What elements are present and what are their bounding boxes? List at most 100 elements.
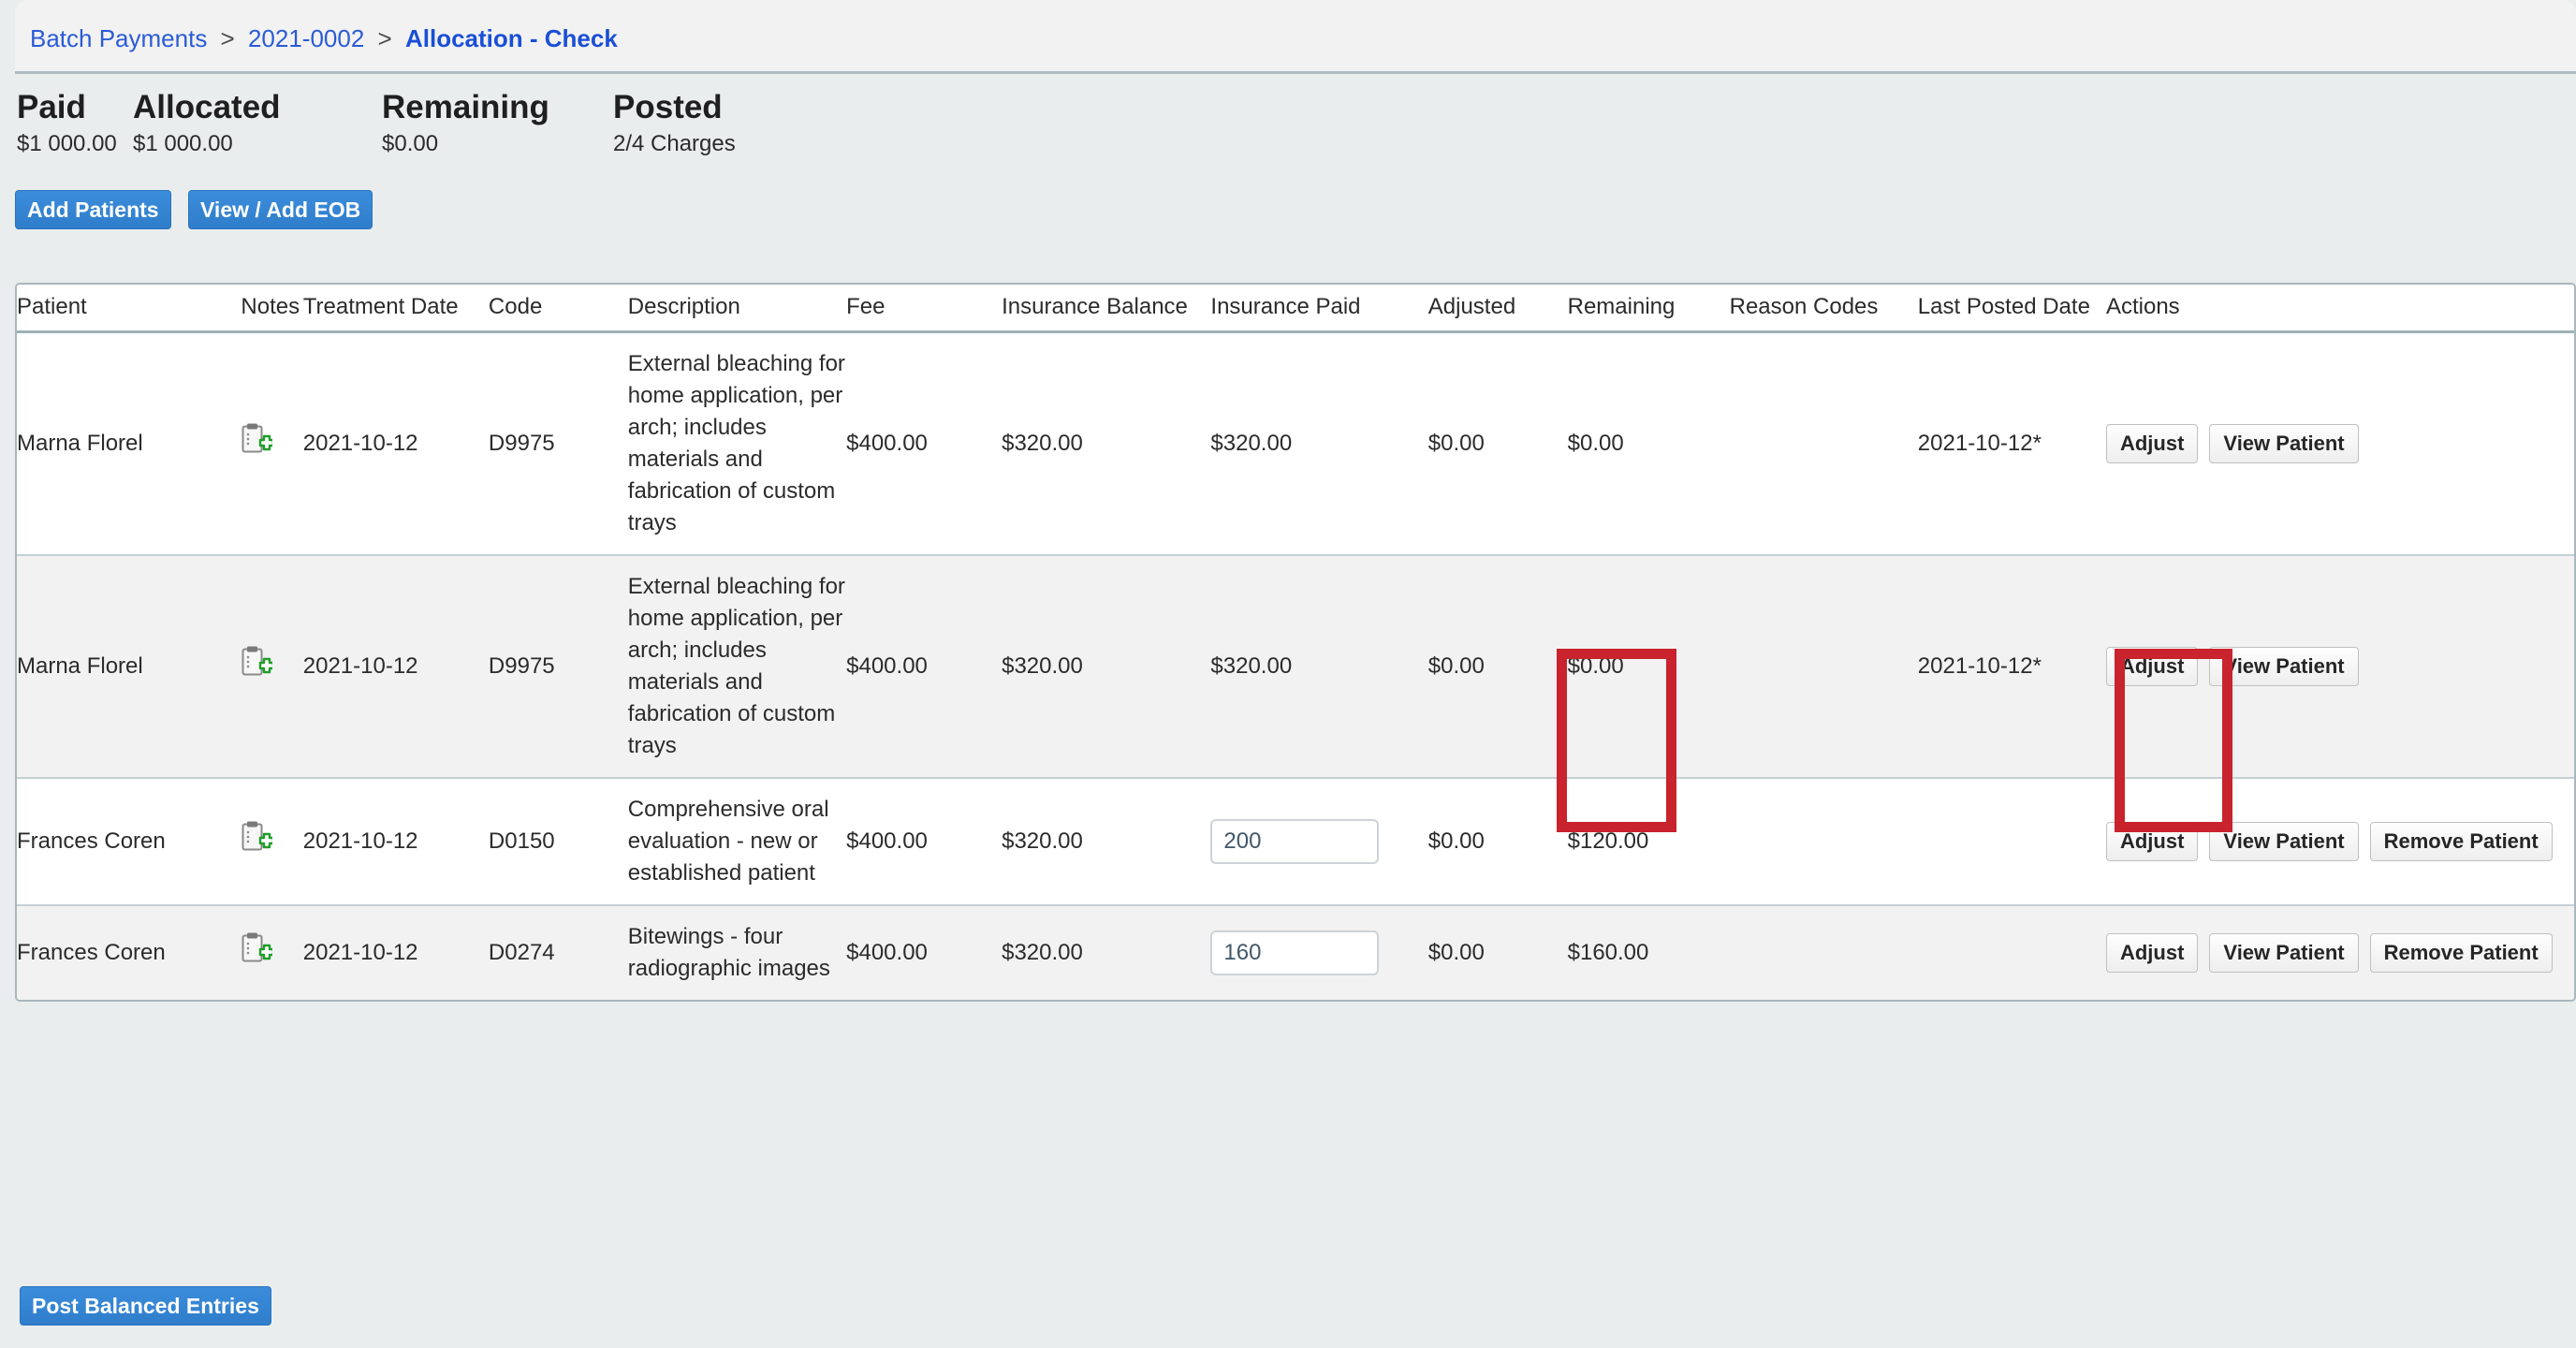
- cell-remaining: $0.00: [1567, 331, 1730, 556]
- column-header-insurance-paid: Insurance Paid: [1210, 285, 1428, 333]
- table-row: Marna Florel 2021-10-12 D9975 External blea…: [17, 555, 2574, 779]
- cell-code: D0274: [488, 905, 628, 1000]
- stat-remaining: Remaining $0.00: [382, 89, 549, 157]
- column-header-actions: Actions: [2105, 285, 2574, 333]
- charges-table-header-row: Patient Notes Treatment Date Code Descri…: [17, 285, 2574, 333]
- cell-actions: Adjust View Patient Remove Patient: [2105, 905, 2574, 1000]
- cell-treatment-date: 2021-10-12: [302, 555, 489, 779]
- stat-posted: Posted 2/4 Charges: [613, 89, 736, 157]
- charges-table-header: Patient Notes Treatment Date Code Descri…: [17, 285, 2574, 333]
- summary-stats: Paid $1 000.00 Allocated $1 000.00 Remai…: [17, 89, 859, 164]
- insurance-paid-input[interactable]: [1210, 930, 1380, 975]
- cell-fee: $400.00: [846, 331, 1003, 556]
- column-header-description: Description: [627, 285, 847, 333]
- column-header-insurance-balance: Insurance Balance: [1002, 285, 1211, 333]
- cell-adjusted: $0.00: [1427, 778, 1568, 906]
- cell-actions: Adjust View Patient: [2105, 331, 2574, 556]
- clipboard-add-note-icon[interactable]: [241, 422, 275, 456]
- cell-adjusted: $0.00: [1427, 331, 1568, 556]
- cell-insurance-balance: $320.00: [1002, 555, 1211, 779]
- charges-table-container: Patient Notes Treatment Date Code Descri…: [15, 283, 2576, 1002]
- adjust-button[interactable]: Adjust: [2105, 424, 2199, 463]
- view-patient-button[interactable]: View Patient: [2209, 933, 2359, 973]
- cell-patient: Marna Florel: [17, 331, 242, 556]
- cell-description: External bleaching for home application,…: [627, 555, 847, 779]
- cell-notes[interactable]: [241, 905, 303, 1000]
- view-patient-button[interactable]: View Patient: [2209, 822, 2359, 861]
- cell-fee: $400.00: [846, 905, 1003, 1000]
- breadcrumb-item-batch-payments[interactable]: Batch Payments: [30, 24, 207, 52]
- cell-insurance-balance: $320.00: [1002, 778, 1211, 906]
- clipboard-add-note-icon[interactable]: [241, 931, 275, 965]
- stat-allocated: Allocated $1 000.00: [133, 89, 281, 157]
- table-row: Frances Coren 2021-10-12 D0150 Comprehensiv…: [17, 778, 2574, 906]
- cell-remaining: $120.00: [1567, 778, 1730, 906]
- cell-insurance-paid[interactable]: [1210, 905, 1428, 1000]
- cell-description: Comprehensive oral evaluation - new or e…: [627, 778, 847, 906]
- cell-remaining: $160.00: [1567, 905, 1730, 1000]
- clipboard-add-note-icon[interactable]: [241, 820, 275, 854]
- remove-patient-button[interactable]: Remove Patient: [2369, 933, 2553, 973]
- cell-treatment-date: 2021-10-12: [302, 905, 489, 1000]
- cell-actions: Adjust View Patient Remove Patient: [2105, 778, 2574, 906]
- view-add-eob-button[interactable]: View / Add EOB: [188, 190, 373, 229]
- column-header-remaining: Remaining: [1567, 285, 1730, 333]
- cell-insurance-balance: $320.00: [1002, 331, 1211, 556]
- cell-last-posted-date: [1917, 778, 2106, 906]
- cell-patient: Frances Coren: [17, 905, 242, 1000]
- cell-last-posted-date: 2021-10-12*: [1917, 331, 2106, 556]
- column-header-adjusted: Adjusted: [1427, 285, 1568, 333]
- adjust-button[interactable]: Adjust: [2105, 933, 2199, 973]
- post-balanced-entries-button[interactable]: Post Balanced Entries: [20, 1286, 271, 1326]
- column-header-treatment-date: Treatment Date: [302, 285, 489, 333]
- table-row: Frances Coren 2021-10-12 D0274 Bitewings - …: [17, 905, 2574, 1000]
- column-header-reason-codes: Reason Codes: [1729, 285, 1918, 333]
- cell-patient: Marna Florel: [17, 555, 242, 779]
- cell-reason-codes: [1729, 555, 1918, 779]
- breadcrumb-separator: >: [220, 24, 235, 52]
- cell-reason-codes: [1729, 905, 1918, 1000]
- cell-reason-codes: [1729, 331, 1918, 556]
- cell-adjusted: $0.00: [1427, 555, 1568, 779]
- cell-patient: Frances Coren: [17, 778, 242, 906]
- add-patients-button[interactable]: Add Patients: [15, 190, 171, 229]
- cell-last-posted-date: 2021-10-12*: [1917, 555, 2106, 779]
- stat-paid-label: Paid: [17, 89, 86, 125]
- cell-adjusted: $0.00: [1427, 905, 1568, 1000]
- cell-treatment-date: 2021-10-12: [302, 778, 489, 906]
- cell-notes[interactable]: [241, 331, 303, 556]
- remove-patient-button[interactable]: Remove Patient: [2369, 822, 2553, 861]
- view-patient-button[interactable]: View Patient: [2209, 424, 2359, 463]
- cell-last-posted-date: [1917, 905, 2106, 1000]
- table-row: Marna Florel 2021-10-12 D9975 External blea…: [17, 331, 2574, 556]
- cell-reason-codes: [1729, 778, 1918, 906]
- stat-posted-label: Posted: [613, 89, 723, 125]
- cell-notes[interactable]: [241, 778, 303, 906]
- adjust-button[interactable]: Adjust: [2105, 647, 2199, 686]
- stat-remaining-label: Remaining: [382, 89, 549, 125]
- breadcrumb: Batch Payments > 2021-0002 > Allocation …: [30, 24, 618, 52]
- breadcrumb-item-batch-id[interactable]: 2021-0002: [248, 24, 364, 52]
- cell-description: Bitewings - four radiographic images: [627, 905, 847, 1000]
- stat-allocated-value: $1 000.00: [133, 131, 233, 156]
- view-patient-button[interactable]: View Patient: [2209, 647, 2359, 686]
- breadcrumb-separator-2: >: [377, 24, 392, 52]
- breadcrumb-item-current: Allocation - Check: [404, 24, 618, 52]
- breadcrumb-bar: Batch Payments > 2021-0002 > Allocation …: [15, 0, 2576, 74]
- clipboard-add-note-icon[interactable]: [241, 645, 275, 679]
- column-header-notes: Notes: [241, 285, 303, 333]
- column-header-patient: Patient: [17, 285, 242, 333]
- cell-treatment-date: 2021-10-12: [302, 331, 489, 556]
- cell-notes[interactable]: [241, 555, 303, 779]
- insurance-paid-input[interactable]: [1210, 819, 1380, 864]
- cell-code: D0150: [488, 778, 628, 906]
- cell-code: D9975: [488, 331, 628, 556]
- adjust-button[interactable]: Adjust: [2105, 822, 2199, 861]
- stat-posted-value: 2/4 Charges: [613, 131, 736, 156]
- page-card: Batch Payments > 2021-0002 > Allocation …: [7, 0, 2576, 1348]
- cell-actions: Adjust View Patient: [2105, 555, 2574, 779]
- cell-description: External bleaching for home application,…: [627, 331, 847, 556]
- cell-insurance-paid[interactable]: [1210, 778, 1428, 906]
- column-header-code: Code: [488, 285, 628, 333]
- charges-table-body: Marna Florel 2021-10-12 D9975 External blea…: [17, 331, 2574, 1000]
